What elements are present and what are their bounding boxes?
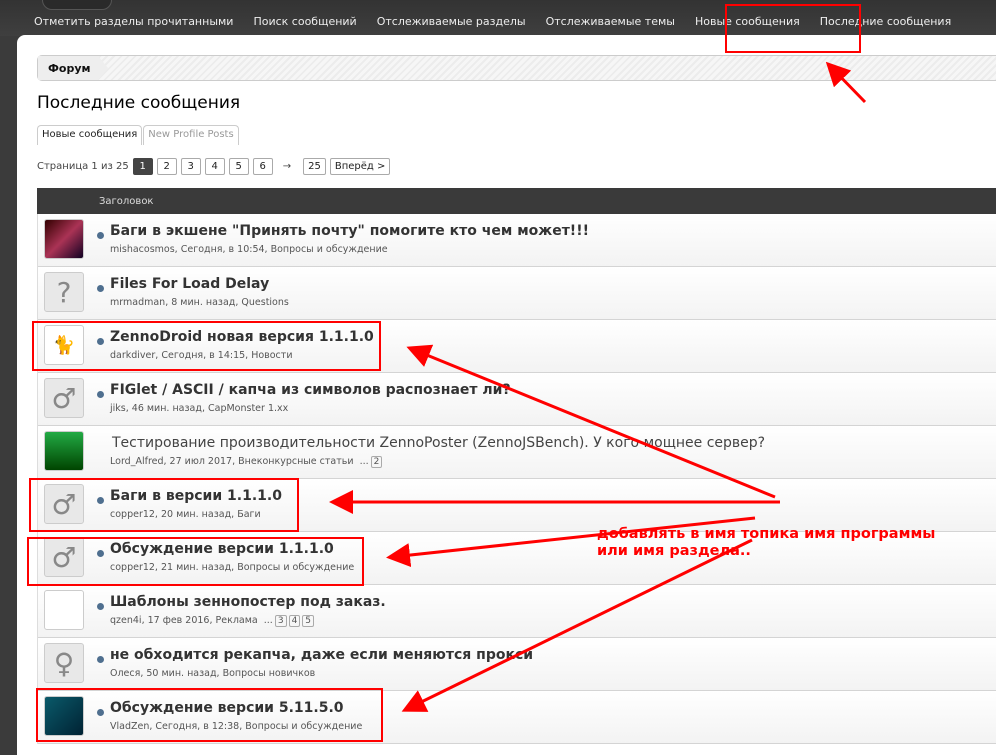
forum-tab[interactable] <box>42 0 112 10</box>
table-row[interactable]: Баги в экшене "Принять почту" помогите к… <box>38 214 996 267</box>
thread-meta: mishacosmos, Сегодня, в 10:54, Вопросы и… <box>110 244 388 255</box>
thread-meta: Олеся, 50 мин. назад, Вопросы новичков <box>110 668 315 679</box>
unread-dot-icon <box>97 709 104 716</box>
page-title: Последние сообщения <box>37 93 241 113</box>
thread-meta-text: darkdiver, Сегодня, в 14:15, Новости <box>110 350 293 361</box>
next-button[interactable]: Вперёд > <box>329 158 391 175</box>
thread-meta-text: qzen4i, 17 фев 2016, Реклама <box>110 615 258 626</box>
thread-title[interactable]: ZennoDroid новая версия 1.1.1.0 <box>110 329 374 345</box>
tab-new-posts[interactable]: Новые сообщения <box>37 125 143 145</box>
page-5[interactable]: 5 <box>228 158 249 175</box>
thread-meta: Lord_Alfred, 27 июл 2017, Внеконкурсные … <box>110 456 383 468</box>
unread-dot-icon <box>97 285 104 292</box>
thread-title[interactable]: FIGlet / ASCII / капча из символов распо… <box>110 382 511 398</box>
thread-title[interactable]: Шаблоны зеннопостер под заказ. <box>110 594 386 610</box>
thread-title[interactable]: Files For Load Delay <box>110 276 269 292</box>
annotation-line-1: добавлять в имя топика имя программы <box>597 526 936 542</box>
page-6[interactable]: 6 <box>252 158 273 175</box>
thread-meta-text: jiks, 46 мин. назад, CapMonster 1.xx <box>110 403 289 414</box>
avatar[interactable]: 🐈 <box>44 325 84 365</box>
nav-watched-threads[interactable]: Отслеживаемые темы <box>546 15 675 28</box>
page-jump-arrow[interactable]: → <box>283 161 291 172</box>
unread-dot-icon <box>97 338 104 345</box>
thread-page-link[interactable]: 4 <box>288 615 301 627</box>
unread-dot-icon <box>97 391 104 398</box>
thread-list: Баги в экшене "Принять почту" помогите к… <box>37 214 996 744</box>
unread-dot-icon <box>97 550 104 557</box>
unread-dot-icon <box>97 232 104 239</box>
thread-title[interactable]: Баги в версии 1.1.1.0 <box>110 488 282 504</box>
page-4[interactable]: 4 <box>204 158 225 175</box>
table-header: Заголовок <box>37 188 996 214</box>
tab-new-profile-posts[interactable]: New Profile Posts <box>143 125 239 145</box>
thread-meta: jiks, 46 мин. назад, CapMonster 1.xx <box>110 403 288 414</box>
table-row[interactable]: ♀ не обходится рекапча, даже если меняютс… <box>38 638 996 691</box>
top-navigation: Отметить разделы прочитанными Поиск сооб… <box>0 0 996 36</box>
thread-meta: darkdiver, Сегодня, в 14:15, Новости <box>110 350 293 361</box>
nav-mark-read[interactable]: Отметить разделы прочитанными <box>34 15 233 28</box>
thread-meta-text: Олеся, 50 мин. назад, Вопросы новичков <box>110 668 316 679</box>
thread-meta: VladZen, Сегодня, в 12:38, Вопросы и обс… <box>110 721 362 732</box>
thread-page-link[interactable]: 3 <box>274 615 287 627</box>
page-last[interactable]: 25 <box>303 158 326 175</box>
nav-search-posts[interactable]: Поиск сообщений <box>253 15 356 28</box>
thread-meta-text: Lord_Alfred, 27 июл 2017, Внеконкурсные … <box>110 456 354 467</box>
table-row[interactable]: 🐈 ZennoDroid новая версия 1.1.1.0 darkdive… <box>38 320 996 373</box>
table-row[interactable]: Шаблоны зеннопостер под заказ. qzen4i, 17… <box>38 585 996 638</box>
avatar[interactable] <box>44 431 84 471</box>
breadcrumb: Форум <box>37 55 996 81</box>
table-row[interactable]: Тестирование производительности ZennoPos… <box>38 426 996 479</box>
page-2[interactable]: 2 <box>156 158 177 175</box>
unread-dot-icon <box>97 497 104 504</box>
nav-watched-forums[interactable]: Отслеживаемые разделы <box>377 15 526 28</box>
unread-dot-icon <box>97 656 104 663</box>
ellipsis: ... <box>263 615 273 626</box>
thread-meta-text: copper12, 21 мин. назад, Вопросы и обсуж… <box>110 562 355 573</box>
table-row[interactable]: ? Files For Load Delay mrmadman, 8 мин. на… <box>38 267 996 320</box>
thread-meta: copper12, 21 мин. назад, Вопросы и обсуж… <box>110 562 354 573</box>
avatar[interactable] <box>44 696 84 736</box>
thread-title[interactable]: Баги в экшене "Принять почту" помогите к… <box>110 223 589 239</box>
thread-meta-text: copper12, 20 мин. назад, Баги <box>110 509 261 520</box>
thread-title[interactable]: Обсуждение версии 1.1.1.0 <box>110 541 334 557</box>
avatar[interactable] <box>44 590 84 630</box>
pagination: Страница 1 из 25 1 2 3 4 5 6 → 25 Вперёд… <box>37 158 391 175</box>
avatar[interactable] <box>44 219 84 259</box>
avatar[interactable]: ♂ <box>44 484 84 524</box>
thread-title[interactable]: не обходится рекапча, даже если меняются… <box>110 647 533 663</box>
page-label: Страница 1 из 25 <box>37 161 129 172</box>
nav-recent-posts[interactable]: Последние сообщения <box>820 15 951 28</box>
thread-meta-text: mishacosmos, Сегодня, в 10:54, Вопросы и… <box>110 244 388 255</box>
nav-new-posts[interactable]: Новые сообщения <box>695 15 800 28</box>
avatar[interactable]: ♀ <box>44 643 84 683</box>
thread-page-link[interactable]: 5 <box>302 615 315 627</box>
table-row[interactable]: ♂ Баги в версии 1.1.1.0 copper12, 20 мин. … <box>38 479 996 532</box>
page-1[interactable]: 1 <box>132 158 153 175</box>
thread-meta: copper12, 20 мин. назад, Баги <box>110 509 261 520</box>
avatar[interactable]: ♂ <box>44 378 84 418</box>
table-row[interactable]: ♂ FIGlet / ASCII / капча из символов расп… <box>38 373 996 426</box>
avatar[interactable]: ? <box>44 272 84 312</box>
thread-meta-text: VladZen, Сегодня, в 12:38, Вопросы и обс… <box>110 721 363 732</box>
thread-meta-text: mrmadman, 8 мин. назад, Questions <box>110 297 289 308</box>
thread-page-link[interactable]: 2 <box>370 456 383 468</box>
unread-dot-icon <box>97 603 104 610</box>
annotation-line-2: или имя раздела.. <box>597 543 751 559</box>
breadcrumb-forum[interactable]: Форум <box>38 56 108 80</box>
thread-meta: mrmadman, 8 мин. назад, Questions <box>110 297 289 308</box>
table-row[interactable]: Обсуждение версии 5.11.5.0 VladZen, Сегод… <box>38 691 996 744</box>
page-3[interactable]: 3 <box>180 158 201 175</box>
thread-meta: qzen4i, 17 фев 2016, Реклама ... 3 4 5 <box>110 615 315 627</box>
ellipsis: ... <box>359 456 369 467</box>
annotation-note: добавлять в имя топика имя программы или… <box>597 526 935 560</box>
thread-title[interactable]: Тестирование производительности ZennoPos… <box>112 435 765 451</box>
thread-title[interactable]: Обсуждение версии 5.11.5.0 <box>110 700 344 716</box>
avatar[interactable]: ♂ <box>44 537 84 577</box>
